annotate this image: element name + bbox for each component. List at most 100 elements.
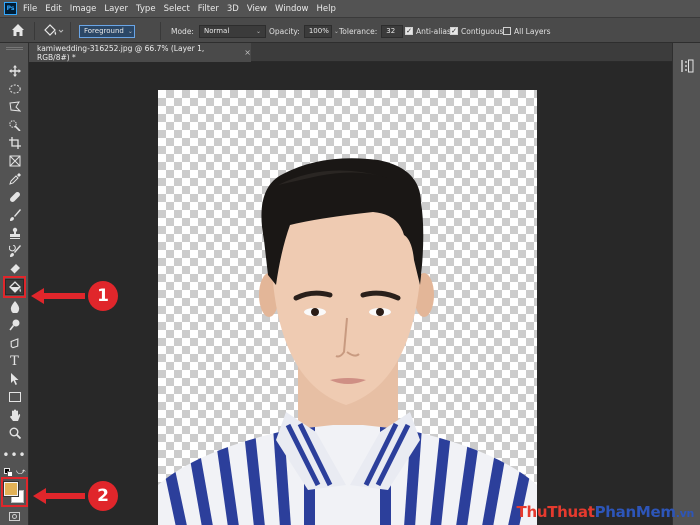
callout-2: 2 (33, 481, 118, 511)
menu-layer[interactable]: Layer (104, 4, 128, 14)
close-icon[interactable]: × (244, 48, 251, 57)
paint-bucket-highlight-frame (3, 276, 26, 298)
fill-source-value: Foreground (84, 27, 124, 35)
home-button[interactable] (10, 23, 26, 37)
bandage-icon (9, 192, 20, 202)
hand-tool[interactable] (5, 407, 24, 423)
menu-window[interactable]: Window (275, 4, 309, 14)
document-title: kamiwedding-316252.jpg @ 66.7% (Layer 1,… (37, 43, 205, 62)
opacity-field[interactable]: 100% (303, 24, 332, 38)
right-panel-strip (672, 43, 700, 525)
home-icon (12, 24, 24, 36)
tolerance-value: 32 (386, 27, 396, 35)
arrow-left-icon (31, 288, 85, 304)
eyedropper-icon (8, 173, 21, 185)
rectangle-tool[interactable] (5, 389, 24, 405)
clone-stamp-tool[interactable] (5, 225, 24, 241)
hand-icon (9, 409, 20, 421)
move-tool[interactable] (5, 63, 24, 79)
stamp-icon (9, 227, 20, 239)
canvas-workspace[interactable] (29, 62, 672, 525)
anti-alias-label: Anti-alias (416, 26, 451, 36)
path-select-tool[interactable] (5, 371, 24, 387)
document-canvas[interactable] (158, 90, 537, 525)
magnifier-icon (9, 427, 21, 439)
foreground-color-swatch[interactable] (3, 481, 19, 497)
menu-view[interactable]: View (247, 4, 267, 14)
paint-bucket-icon (44, 24, 64, 36)
contiguous-checkbox[interactable]: ✓ Contiguous (450, 24, 503, 38)
crop-icon (8, 137, 21, 149)
quick-select-icon (8, 120, 21, 131)
brush-icon (9, 209, 21, 221)
menu-bar: Ps File Edit Image Layer Type Select Fil… (0, 0, 700, 17)
swap-colors-icon[interactable]: ⤻ (16, 467, 26, 477)
chevron-down-icon: ⌄ (127, 27, 133, 35)
dodge-tool[interactable] (5, 317, 24, 333)
crop-tool[interactable] (5, 135, 24, 151)
polygonal-lasso-icon (8, 101, 21, 112)
drop-icon (10, 301, 19, 313)
mode-dropdown[interactable]: Normal ⌄ (198, 24, 266, 38)
arrow-left-icon (33, 488, 85, 504)
site-watermark: ThuThuatPhanMem.vn (516, 503, 695, 521)
mode-label: Mode: (171, 26, 194, 36)
type-tool[interactable]: T (5, 353, 24, 369)
fill-source-dropdown[interactable]: Foreground ⌄ (79, 24, 135, 38)
panel-collapse-icon[interactable] (681, 59, 694, 75)
arrow-cursor-icon (10, 373, 18, 385)
options-bar: Foreground ⌄ Mode: Normal ⌄ Opacity: 100… (0, 17, 700, 43)
menu-select[interactable]: Select (164, 4, 190, 14)
marquee-tool[interactable] (5, 81, 24, 97)
brush-tool[interactable] (5, 207, 24, 223)
menu-help[interactable]: Help (317, 4, 336, 14)
menu-image[interactable]: Image (70, 4, 97, 14)
history-brush-tool[interactable] (5, 243, 24, 259)
panel-grip-icon[interactable] (6, 47, 23, 50)
menu-type[interactable]: Type (136, 4, 156, 14)
document-tab-bar: kamiwedding-316252.jpg @ 66.7% (Layer 1,… (29, 43, 672, 62)
menu-file[interactable]: File (23, 4, 37, 14)
menu-edit[interactable]: Edit (45, 4, 61, 14)
tolerance-label: Tolerance: (339, 26, 378, 36)
quick-mask-icon[interactable] (9, 512, 20, 521)
menu-3d[interactable]: 3D (227, 4, 239, 14)
portrait-photo (158, 158, 537, 525)
type-icon: T (10, 353, 19, 369)
frame-tool[interactable] (5, 153, 24, 169)
zoom-tool[interactable] (5, 425, 24, 441)
menu-filter[interactable]: Filter (198, 4, 219, 14)
healing-brush-tool[interactable] (5, 189, 24, 205)
tools-panel: T ••• ⤻ (0, 43, 29, 525)
ellipse-marquee-icon (8, 84, 21, 94)
more-tools[interactable]: ••• (2, 447, 25, 463)
callout-2-badge: 2 (88, 481, 118, 511)
all-layers-label: All Layers (514, 26, 551, 36)
opacity-label: Opacity: (269, 26, 300, 36)
callout-1: 1 (31, 281, 118, 311)
history-brush-icon (8, 245, 21, 257)
photoshop-logo-icon: Ps (4, 2, 17, 15)
tool-preset-picker[interactable] (42, 24, 64, 38)
anti-alias-checkbox[interactable]: ✓ Anti-alias (405, 24, 451, 38)
opacity-value: 100% (308, 27, 329, 35)
blur-tool[interactable] (5, 299, 24, 315)
chevron-down-icon: ⌄ (255, 27, 261, 35)
eraser-icon (8, 264, 20, 275)
lasso-tool[interactable] (5, 99, 24, 115)
quick-select-tool[interactable] (5, 117, 24, 133)
document-tab[interactable]: kamiwedding-316252.jpg @ 66.7% (Layer 1,… (29, 43, 251, 62)
rectangle-icon (8, 392, 21, 402)
all-layers-checkbox[interactable]: All Layers (503, 24, 551, 38)
pen-tool[interactable] (5, 335, 24, 351)
eyedropper-tool[interactable] (5, 171, 24, 187)
eraser-tool[interactable] (5, 261, 24, 277)
mode-value: Normal (203, 27, 230, 35)
dodge-icon (8, 319, 19, 331)
empty-checkbox-icon (503, 27, 511, 35)
tolerance-field[interactable]: 32 (381, 24, 404, 38)
contiguous-label: Contiguous (461, 26, 504, 36)
move-icon (8, 65, 21, 77)
checkmark-icon: ✓ (405, 27, 413, 35)
checkmark-icon: ✓ (450, 27, 458, 35)
